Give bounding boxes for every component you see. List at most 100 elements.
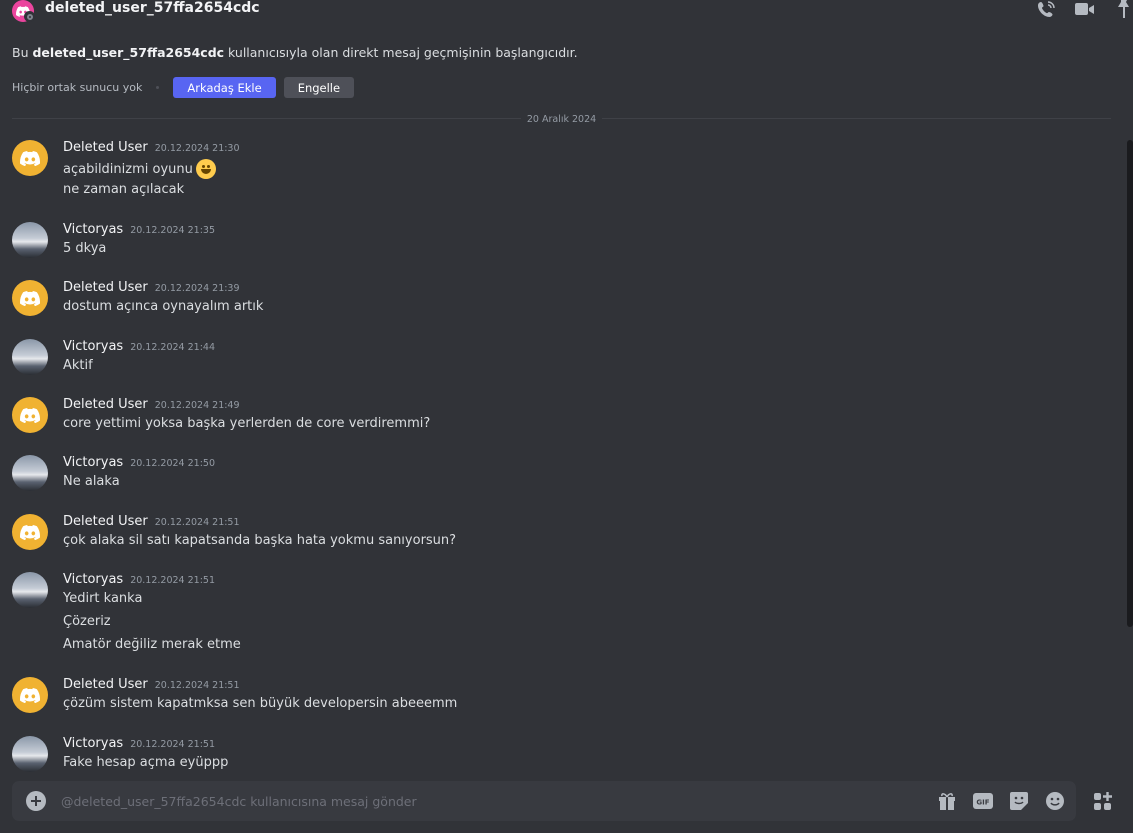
date-divider-label: 20 Aralık 2024 — [520, 114, 603, 125]
separator-dot — [156, 86, 160, 89]
message-content: 5 dkya — [63, 241, 106, 256]
user-avatar[interactable] — [12, 140, 48, 176]
username[interactable]: Deleted User — [63, 140, 148, 155]
username[interactable]: Deleted User — [63, 280, 148, 295]
video-icon[interactable] — [1075, 0, 1095, 18]
message-input[interactable] — [61, 789, 921, 813]
message-content: çözüm sistem kapatmksa sen büyük develop… — [63, 696, 457, 711]
message-text: dostum açınca oynayalım artık — [63, 299, 264, 314]
mutual-servers-text: Hiçbir ortak sunucu yok — [12, 81, 143, 94]
sticker-icon[interactable] — [1008, 791, 1030, 811]
message-group: Deleted User 20.12.2024 21:30 açabildinizm… — [12, 140, 1102, 202]
gif-icon[interactable]: GIF — [972, 791, 994, 811]
message-content: Amatör değiliz merak etme — [63, 637, 241, 652]
username[interactable]: Deleted User — [63, 397, 148, 412]
message-header: Deleted User 20.12.2024 21:30 — [63, 140, 240, 155]
message-text: açabildinizmi oyunu — [63, 161, 193, 177]
gift-icon[interactable] — [936, 791, 958, 811]
timestamp: 20.12.2024 21:50 — [130, 458, 215, 469]
message-group: Deleted User 20.12.2024 21:51 çok alaka si… — [12, 514, 1102, 553]
user-avatar[interactable] — [12, 280, 48, 316]
message-group: Victoryas 20.12.2024 21:35 5 dkya — [12, 222, 1102, 261]
pin-icon[interactable] — [1113, 0, 1133, 18]
message-text: Fake hesap açma eyüppp — [63, 755, 229, 770]
username[interactable]: Victoryas — [63, 339, 123, 354]
username[interactable]: Deleted User — [63, 514, 148, 529]
message-group: Victoryas 20.12.2024 21:51 Yedirt kanka Çöz… — [12, 572, 1102, 657]
timestamp: 20.12.2024 21:51 — [130, 739, 215, 750]
channel-header: deleted_user_57ffa2654cdc — [0, 0, 1133, 28]
message-content: core yettimi yoksa başka yerlerden de co… — [63, 416, 430, 431]
message-content: ne zaman açılacak — [63, 182, 184, 197]
message-group: Deleted User 20.12.2024 21:39 dostum açınc… — [12, 280, 1102, 319]
message-header: Victoryas 20.12.2024 21:51 — [63, 572, 215, 587]
message-text: core yettimi yoksa başka yerlerden de co… — [63, 416, 431, 431]
message-header: Deleted User 20.12.2024 21:51 — [63, 514, 240, 529]
username[interactable]: Victoryas — [63, 572, 123, 587]
message-header: Victoryas 20.12.2024 21:50 — [63, 455, 215, 470]
channel-title: deleted_user_57ffa2654cdc — [45, 0, 260, 16]
timestamp: 20.12.2024 21:51 — [130, 575, 215, 586]
message-text: 5 dkya — [63, 241, 107, 256]
apps-icon[interactable] — [1092, 791, 1114, 813]
message-header: Deleted User 20.12.2024 21:51 — [63, 677, 240, 692]
user-avatar[interactable] — [12, 514, 48, 550]
message-header: Victoryas 20.12.2024 21:44 — [63, 339, 215, 354]
message-text: Yedirt kanka — [63, 591, 143, 606]
intro-suffix: kullanıcısıyla olan direkt mesaj geçmişi… — [224, 45, 578, 60]
status-indicator — [24, 11, 35, 22]
message-group: Victoryas 20.12.2024 21:44 Aktif — [12, 339, 1102, 378]
message-header: Deleted User 20.12.2024 21:39 — [63, 280, 240, 295]
discord-logo-icon — [20, 290, 40, 306]
dm-intro-text: Bu deleted_user_57ffa2654cdc kullanıcısı… — [12, 45, 578, 60]
user-avatar[interactable] — [12, 736, 48, 772]
message-content: açabildinizmi oyunu — [63, 159, 216, 179]
message-text: Ne alaka — [63, 474, 120, 489]
message-text: çözüm sistem kapatmksa sen büyük develop… — [63, 696, 458, 711]
message-content: Çözeriz — [63, 614, 111, 629]
timestamp: 20.12.2024 21:51 — [154, 680, 240, 691]
message-header: Victoryas 20.12.2024 21:35 — [63, 222, 215, 237]
upload-plus-icon[interactable] — [26, 791, 46, 811]
message-content: Fake hesap açma eyüppp — [63, 755, 228, 770]
username[interactable]: Victoryas — [63, 455, 123, 470]
message-content: Aktif — [63, 358, 93, 373]
discord-logo-icon — [20, 524, 40, 540]
timestamp: 20.12.2024 21:30 — [154, 143, 240, 154]
scrollbar[interactable] — [1127, 140, 1133, 627]
discord-logo-icon — [20, 407, 40, 423]
message-text: çok alaka sil satı kapatsanda başka hata… — [63, 533, 457, 548]
user-avatar[interactable] — [12, 455, 48, 491]
user-avatar[interactable] — [12, 222, 48, 258]
message-group: Victoryas 20.12.2024 21:51 Fake hesap açma… — [12, 736, 1102, 775]
emoji-icon[interactable] — [1044, 791, 1066, 811]
timestamp: 20.12.2024 21:51 — [154, 517, 240, 528]
username[interactable]: Deleted User — [63, 677, 148, 692]
block-button[interactable]: Engelle — [283, 77, 355, 98]
add-friend-button[interactable]: Arkadaş Ekle — [173, 77, 276, 98]
user-avatar[interactable] — [12, 572, 48, 608]
message-content: Ne alaka — [63, 474, 120, 489]
message-text: Aktif — [63, 358, 93, 373]
date-divider: 20 Aralık 2024 — [0, 114, 1123, 125]
grinning-face-emoji — [195, 159, 216, 179]
message-content: çok alaka sil satı kapatsanda başka hata… — [63, 533, 456, 548]
username[interactable]: Victoryas — [63, 736, 123, 751]
timestamp: 20.12.2024 21:49 — [154, 400, 240, 411]
message-group: Victoryas 20.12.2024 21:50 Ne alaka — [12, 455, 1102, 494]
message-composer: GIF — [12, 781, 1076, 821]
message-group: Deleted User 20.12.2024 21:49 core yettimi… — [12, 397, 1102, 436]
message-content: Yedirt kanka — [63, 591, 142, 606]
user-avatar[interactable] — [12, 677, 48, 713]
discord-logo-icon — [20, 150, 40, 166]
message-content: dostum açınca oynayalım artık — [63, 299, 263, 314]
user-avatar[interactable] — [12, 339, 48, 375]
timestamp: 20.12.2024 21:39 — [154, 283, 240, 294]
phone-call-icon[interactable] — [1037, 0, 1057, 18]
username[interactable]: Victoryas — [63, 222, 123, 237]
timestamp: 20.12.2024 21:35 — [130, 225, 215, 236]
message-header: Victoryas 20.12.2024 21:51 — [63, 736, 215, 751]
message-header: Deleted User 20.12.2024 21:49 — [63, 397, 240, 412]
user-avatar[interactable] — [12, 397, 48, 433]
message-group: Deleted User 20.12.2024 21:51 çözüm sistem… — [12, 677, 1102, 716]
